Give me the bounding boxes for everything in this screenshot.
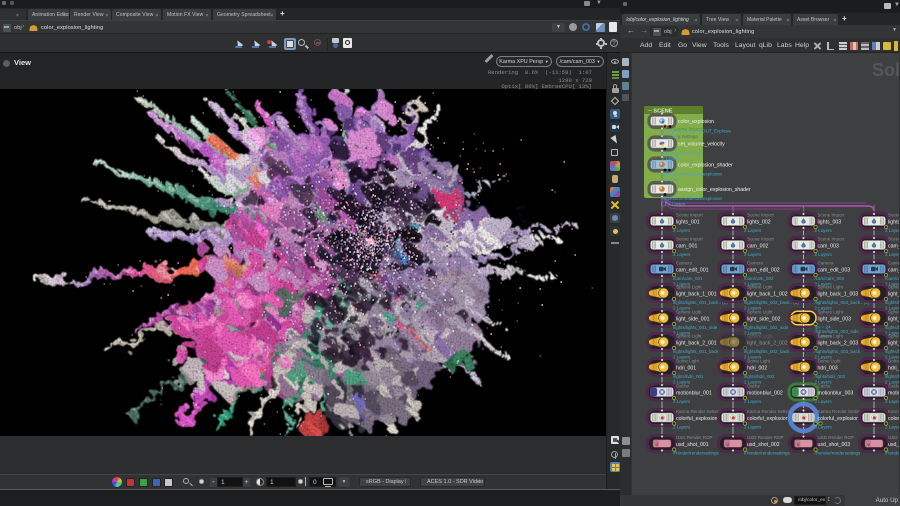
svg-text:Sphere Light: Sphere Light (747, 310, 773, 315)
svg-text:2 Layers: 2 Layers (673, 228, 691, 233)
svg-text:lights_001: lights_001 (676, 220, 700, 226)
svg-text:y Settings: y Settings (678, 134, 699, 139)
svg-text:/cam/cam_003: /cam/cam_003 (815, 276, 845, 281)
svg-text:Sphere Light: Sphere Light (747, 334, 773, 339)
svg-text:../../color_explosion/OUT_Expl: ../../color_explosion/OUT_Explosio (662, 129, 732, 134)
svg-text:light_back_1_003: light_back_1_003 (818, 292, 859, 298)
svg-text:2 Layers: 2 Layers (673, 399, 691, 404)
svg-text:Scene Import: Scene Import (818, 213, 846, 218)
svg-text:Camera: Camera (747, 261, 764, 266)
svg-text:motionblur_001: motionblur_001 (676, 391, 712, 397)
svg-text:2 Layers: 2 Layers (815, 228, 833, 233)
svg-text:Dome Light: Dome Light (676, 359, 700, 364)
svg-text:Cache: Cache (676, 384, 690, 389)
svg-text:Camera: Camera (818, 261, 835, 266)
svg-text:Sphere Light: Sphere Light (747, 285, 773, 290)
svg-text:USD Render ROP: USD Render ROP (676, 435, 713, 440)
svg-text:Sphere Light: Sphere Light (676, 334, 702, 339)
svg-text:/lights/lights_001_back: /lights/lights_001_back (673, 349, 719, 354)
svg-text:Karma Render Settings: Karma Render Settings (747, 409, 795, 414)
svg-text:Sphere Light: Sphere Light (676, 310, 702, 315)
svg-text:/lights/lights_001_back.. (2): /lights/lights_001_back.. (2) (673, 300, 728, 305)
svg-text:lights_003: lights_003 (818, 220, 842, 226)
svg-text:Dome Light: Dome Light (747, 359, 771, 364)
svg-text:Scene Import: Scene Import (747, 213, 775, 218)
svg-text:hdri_001: hdri_001 (676, 366, 696, 372)
svg-text:cam_002: cam_002 (747, 244, 768, 250)
svg-text:2 Layers: 2 Layers (744, 425, 762, 430)
svg-text:/lights/hdri_001: /lights/hdri_001 (673, 374, 704, 379)
svg-text:2 Layers: 2 Layers (744, 228, 762, 233)
svg-text:Scene Import: Scene Import (818, 237, 846, 242)
svg-text:colorful_explosion_0: colorful_explosion_0 (676, 416, 723, 422)
svg-text:cam_edit_002: cam_edit_002 (747, 268, 780, 274)
svg-text:Karma Render Settings: Karma Render Settings (676, 409, 724, 414)
svg-text:Sol: Sol (872, 60, 900, 80)
svg-text:Sphere Light: Sphere Light (818, 285, 844, 290)
svg-text:colorful_explosion_0: colorful_explosion_0 (747, 416, 794, 422)
svg-text:Scene Import: Scene Import (676, 237, 704, 242)
svg-text:/explosion/materials/explosion: /explosion/materials/explosion (662, 196, 723, 201)
svg-text:2 Layers: 2 Layers (668, 202, 686, 207)
svg-text:/lights/hdri_002: /lights/hdri_002 (744, 374, 775, 379)
svg-text:/lights/lights_001_side: /lights/lights_001_side (673, 325, 718, 330)
svg-text:/explosion/materials/explosion: /explosion/materials/explosion (662, 172, 723, 177)
svg-text:2 Layers: 2 Layers (673, 425, 691, 430)
svg-text:motionblur_002: motionblur_002 (747, 391, 783, 397)
svg-text:lights_002: lights_002 (747, 220, 771, 226)
svg-text:/lights/lights_002_back.. (2): /lights/lights_002_back.. (2) (744, 300, 799, 305)
svg-text:/Render/rendersettings: /Render/rendersettings (673, 451, 720, 456)
svg-text:/cam/cam_002: /cam/cam_002 (744, 276, 774, 281)
svg-text:light_side_003: light_side_003 (818, 317, 852, 323)
svg-text:Cache: Cache (747, 384, 761, 389)
svg-text:USD Render ROP: USD Render ROP (747, 435, 784, 440)
svg-text:2 Layers: 2 Layers (815, 252, 833, 257)
svg-text:/cam/cam_001: /cam/cam_001 (673, 276, 703, 281)
svg-text:light_back_1_001: light_back_1_001 (676, 292, 717, 298)
svg-text:/lights/lights_002_back: /lights/lights_002_back (744, 349, 790, 354)
svg-text:set_volume_velocity: set_volume_velocity (678, 142, 725, 148)
svg-text:2 Layers: 2 Layers (662, 177, 680, 182)
svg-text:cam_edit_003: cam_edit_003 (818, 268, 851, 274)
svg-text:Scene Import: Scene Import (747, 237, 775, 242)
svg-text:/lights/lights_003_back.. (2): /lights/lights_003_back.. (2) (815, 300, 870, 305)
svg-text:light_back_2_001: light_back_2_001 (676, 341, 717, 347)
svg-text:/explosion/volume_0: /explosion/volume_0 (662, 151, 704, 156)
svg-text:2 Layers: 2 Layers (744, 252, 762, 257)
svg-text:Camera: Camera (676, 261, 693, 266)
svg-text:2 Layers: 2 Layers (744, 399, 762, 404)
svg-text:assign_color_explosion_shader: assign_color_explosion_shader (678, 187, 751, 193)
svg-text:2 Layers: 2 Layers (673, 252, 691, 257)
svg-text:usd_shot_001: usd_shot_001 (676, 442, 709, 448)
svg-text:color_explosion: color_explosion (678, 119, 714, 125)
svg-text:n_Color: n_Color (662, 134, 678, 139)
svg-text:Sphere Light: Sphere Light (676, 285, 702, 290)
svg-text:light_side_002: light_side_002 (747, 317, 781, 323)
svg-text:Sphere Light: Sphere Light (818, 310, 844, 315)
svg-text:color_explosion_shader: color_explosion_shader (678, 163, 733, 169)
svg-text:light_side_001: light_side_001 (676, 317, 710, 323)
svg-text:/Render/rendersettings: /Render/rendersettings (744, 451, 791, 456)
svg-text:cam_edit_001: cam_edit_001 (676, 268, 709, 274)
svg-text:light_back_2_002: light_back_2_002 (747, 341, 788, 347)
svg-text:Scene Import: Scene Import (676, 213, 704, 218)
svg-text:cam_001: cam_001 (676, 244, 697, 250)
svg-text:usd_shot_002: usd_shot_002 (747, 442, 780, 448)
svg-text:light_back_1_002: light_back_1_002 (747, 292, 788, 298)
svg-text:2 Layers: 2 Layers (662, 156, 680, 161)
svg-text:hdri_002: hdri_002 (747, 366, 767, 372)
svg-text:/lights/lights_002_side: /lights/lights_002_side (744, 325, 789, 330)
svg-text:cam_003: cam_003 (818, 244, 839, 250)
